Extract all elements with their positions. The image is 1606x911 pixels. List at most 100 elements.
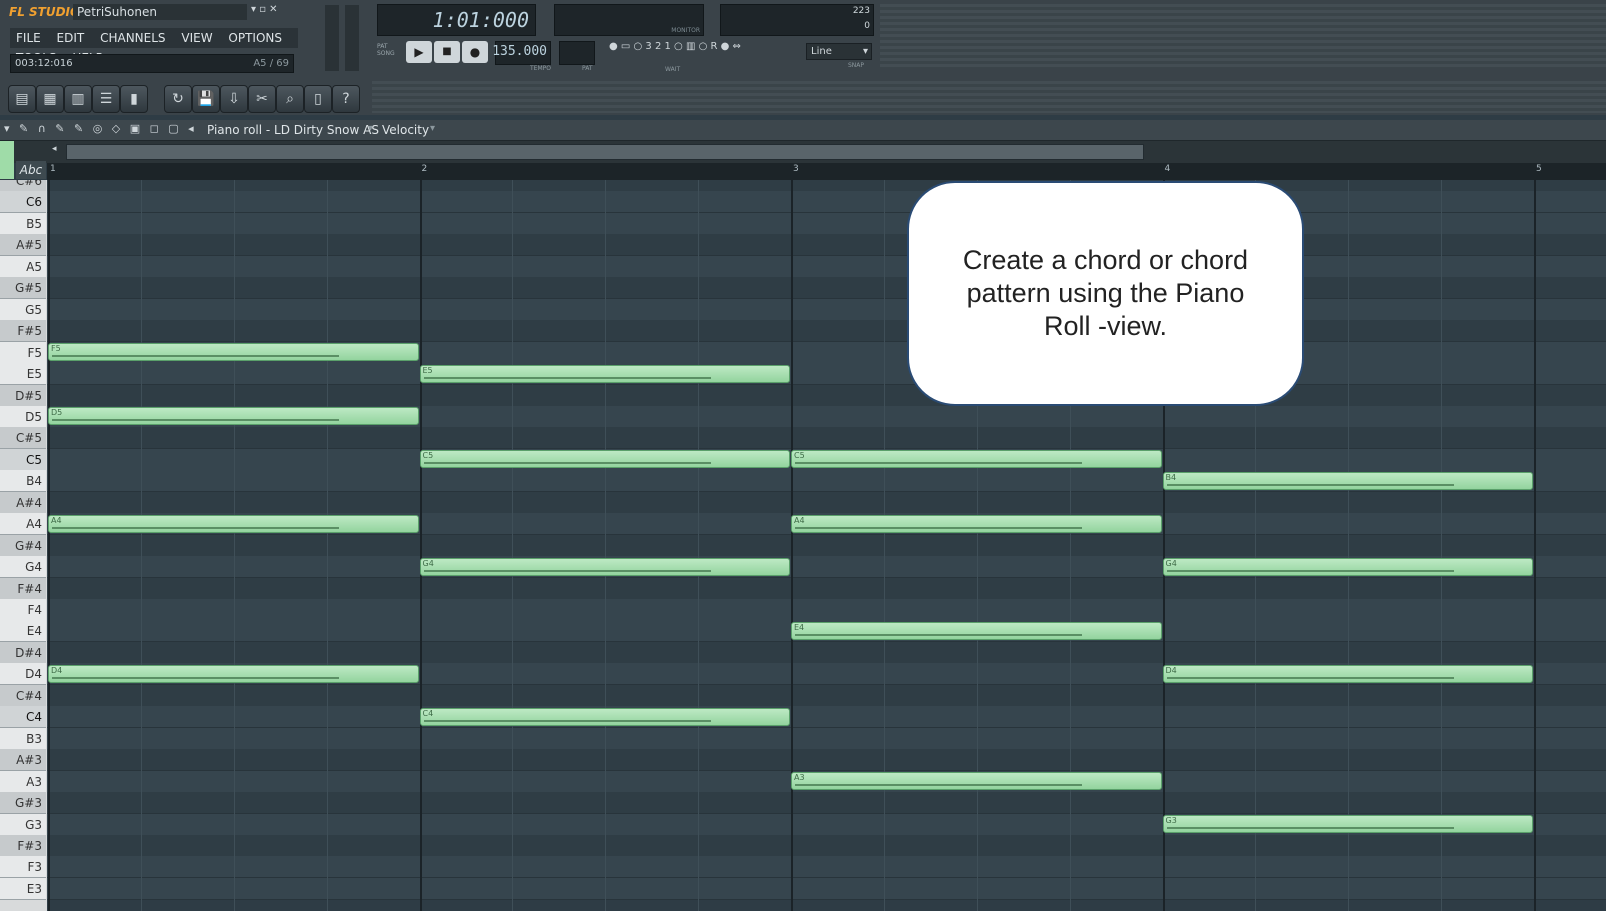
piano-key-g5[interactable]: G5 [0, 298, 46, 321]
note-grid[interactable]: F5 D5 A4 D4 E5 C5 G4 C4 C5 A4 E4 A3 B4 G4 D4 G3 [47, 180, 1606, 911]
mixer-icon[interactable]: ▮ [120, 85, 148, 113]
note-c4[interactable]: C4 [419, 707, 790, 726]
note-velocity-bar [423, 569, 711, 572]
scroll-left-icon[interactable]: ◂ [52, 144, 57, 154]
note-e5[interactable]: E5 [419, 364, 790, 383]
piano-key-gsharp3[interactable]: G#3 [0, 792, 46, 815]
note-c5[interactable]: C5 [791, 450, 1162, 469]
menu-edit[interactable]: EDIT [57, 28, 85, 48]
piano-key-fsharp3[interactable]: F#3 [0, 834, 46, 857]
menu-view[interactable]: VIEW [181, 28, 212, 48]
document-icon[interactable]: ▯ [304, 85, 332, 113]
master-volume-slider[interactable] [325, 5, 339, 71]
bar-line [1534, 180, 1536, 911]
abc-toggle[interactable]: Abc [16, 161, 46, 179]
beat-line [233, 180, 235, 911]
pattern-display[interactable] [559, 41, 595, 65]
snap-select[interactable]: Line ▾ [806, 43, 872, 60]
piano-key-asharp4[interactable]: A#4 [0, 491, 46, 514]
help-icon[interactable]: ? [332, 85, 360, 113]
piano-key-c5[interactable]: C5 [0, 448, 46, 471]
note-g3[interactable]: G3 [1162, 815, 1533, 833]
play-button[interactable]: ▶ [406, 41, 432, 63]
piano-key-b5[interactable]: B5 [0, 212, 46, 235]
note-velocity-bar [795, 462, 1083, 465]
piano-key-c4[interactable]: C4 [0, 706, 46, 729]
piano-roll-tools[interactable]: ▾ ✎ ∩ ✎ ✎ ◎ ◇ ▣ ◻ ▢ ◂ [4, 122, 197, 135]
note-label: C4 [422, 708, 434, 718]
horizontal-scrollbar[interactable] [66, 144, 1144, 160]
note-g4[interactable]: G4 [419, 557, 790, 576]
piano-key-a5[interactable]: A5 [0, 255, 46, 278]
piano-roll-icon[interactable]: ▥ [64, 85, 92, 113]
note-velocity-bar [1166, 676, 1454, 679]
step-sequencer-icon[interactable]: ▦ [36, 85, 64, 113]
piano-key-dsharp4[interactable]: D#4 [0, 641, 46, 664]
undo-icon[interactable]: ↻ [164, 85, 192, 113]
piano-key-f3[interactable]: F3 [0, 856, 46, 879]
piano-roll-title[interactable]: Piano roll - LD Dirty Snow AS [207, 123, 379, 137]
bar-number: 5 [1536, 164, 1542, 174]
piano-key-csharp6[interactable]: C#6 [0, 180, 46, 192]
grid-row [47, 792, 1606, 815]
toolbar-strip [372, 81, 1606, 113]
piano-key-gsharp4[interactable]: G#4 [0, 534, 46, 557]
piano-key-gsharp5[interactable]: G#5 [0, 277, 46, 300]
piano-key-dsharp5[interactable]: D#5 [0, 384, 46, 407]
timeline-ruler[interactable]: 1 2 3 4 5 [47, 163, 1606, 181]
tempo-display[interactable]: 135.000 [492, 41, 551, 65]
browser-icon[interactable]: ☰ [92, 85, 120, 113]
note-label: D4 [51, 665, 63, 675]
note-f5[interactable]: F5 [48, 343, 419, 362]
event-control-select[interactable]: Velocity [382, 123, 429, 137]
piano-key-a4[interactable]: A4 [0, 513, 46, 536]
grid-row [47, 534, 1606, 557]
window-controls[interactable]: ▾ ▫ ✕ [251, 4, 278, 15]
cut-icon[interactable]: ✂ [248, 85, 276, 113]
menu-options[interactable]: OPTIONS [228, 28, 282, 48]
piano-key-f4[interactable]: F4 [0, 599, 46, 621]
save-icon[interactable]: 💾 [192, 85, 220, 113]
piano-key-asharp3[interactable]: A#3 [0, 749, 46, 772]
note-b4[interactable]: B4 [1162, 471, 1533, 490]
piano-key-b4[interactable]: B4 [0, 470, 46, 493]
piano-key-fsharp5[interactable]: F#5 [0, 320, 46, 343]
stop-button[interactable]: ■ [434, 41, 460, 63]
zoom-icon[interactable]: ⌕ [276, 85, 304, 113]
piano-key-asharp5[interactable]: A#5 [0, 234, 46, 257]
note-g4[interactable]: G4 [1162, 557, 1533, 576]
record-button[interactable]: ● [462, 41, 488, 63]
piano-key-a3[interactable]: A3 [0, 770, 46, 793]
piano-key-d5[interactable]: D5 [0, 405, 46, 428]
master-pitch-slider[interactable] [345, 5, 359, 71]
piano-key-g4[interactable]: G4 [0, 556, 46, 579]
piano-key-e4[interactable]: E4 [0, 620, 46, 643]
piano-key-fsharp4[interactable]: F#4 [0, 577, 46, 600]
note-d4[interactable]: D4 [1162, 664, 1533, 683]
record-options-panel[interactable]: ● ▭ ○ 3 2 1 ○ ▥ ○ R ● ⇔ [609, 41, 801, 71]
note-e4[interactable]: E4 [791, 621, 1162, 640]
piano-key-csharp4[interactable]: C#4 [0, 684, 46, 707]
piano-key-e3[interactable]: E3 [0, 877, 46, 900]
piano-key-e5[interactable]: E5 [0, 363, 46, 386]
playlist-icon[interactable]: ▤ [8, 85, 36, 113]
tempo-value: 135.000 [492, 44, 547, 59]
time-display: 003:12:016 [15, 58, 73, 69]
piano-key-g3[interactable]: G3 [0, 813, 46, 836]
note-a3[interactable]: A3 [791, 772, 1162, 791]
note-a4[interactable]: A4 [791, 514, 1162, 533]
piano-key-csharp5[interactable]: C#5 [0, 427, 46, 450]
song-mode: SONG [377, 50, 395, 57]
export-icon[interactable]: ⇩ [220, 85, 248, 113]
piano-key-c6[interactable]: C6 [0, 191, 46, 214]
piano-key-b3[interactable]: B3 [0, 727, 46, 750]
piano-key-d4[interactable]: D4 [0, 663, 46, 686]
note-a4[interactable]: A4 [48, 514, 419, 533]
pat-song-switch[interactable]: PAT SONG [377, 43, 403, 63]
note-d4[interactable]: D4 [48, 664, 419, 683]
note-c5[interactable]: C5 [419, 450, 790, 469]
menu-channels[interactable]: CHANNELS [100, 28, 165, 48]
piano-key-f5[interactable]: F5 [0, 341, 46, 364]
menu-file[interactable]: FILE [16, 28, 41, 48]
note-d5[interactable]: D5 [48, 407, 419, 426]
